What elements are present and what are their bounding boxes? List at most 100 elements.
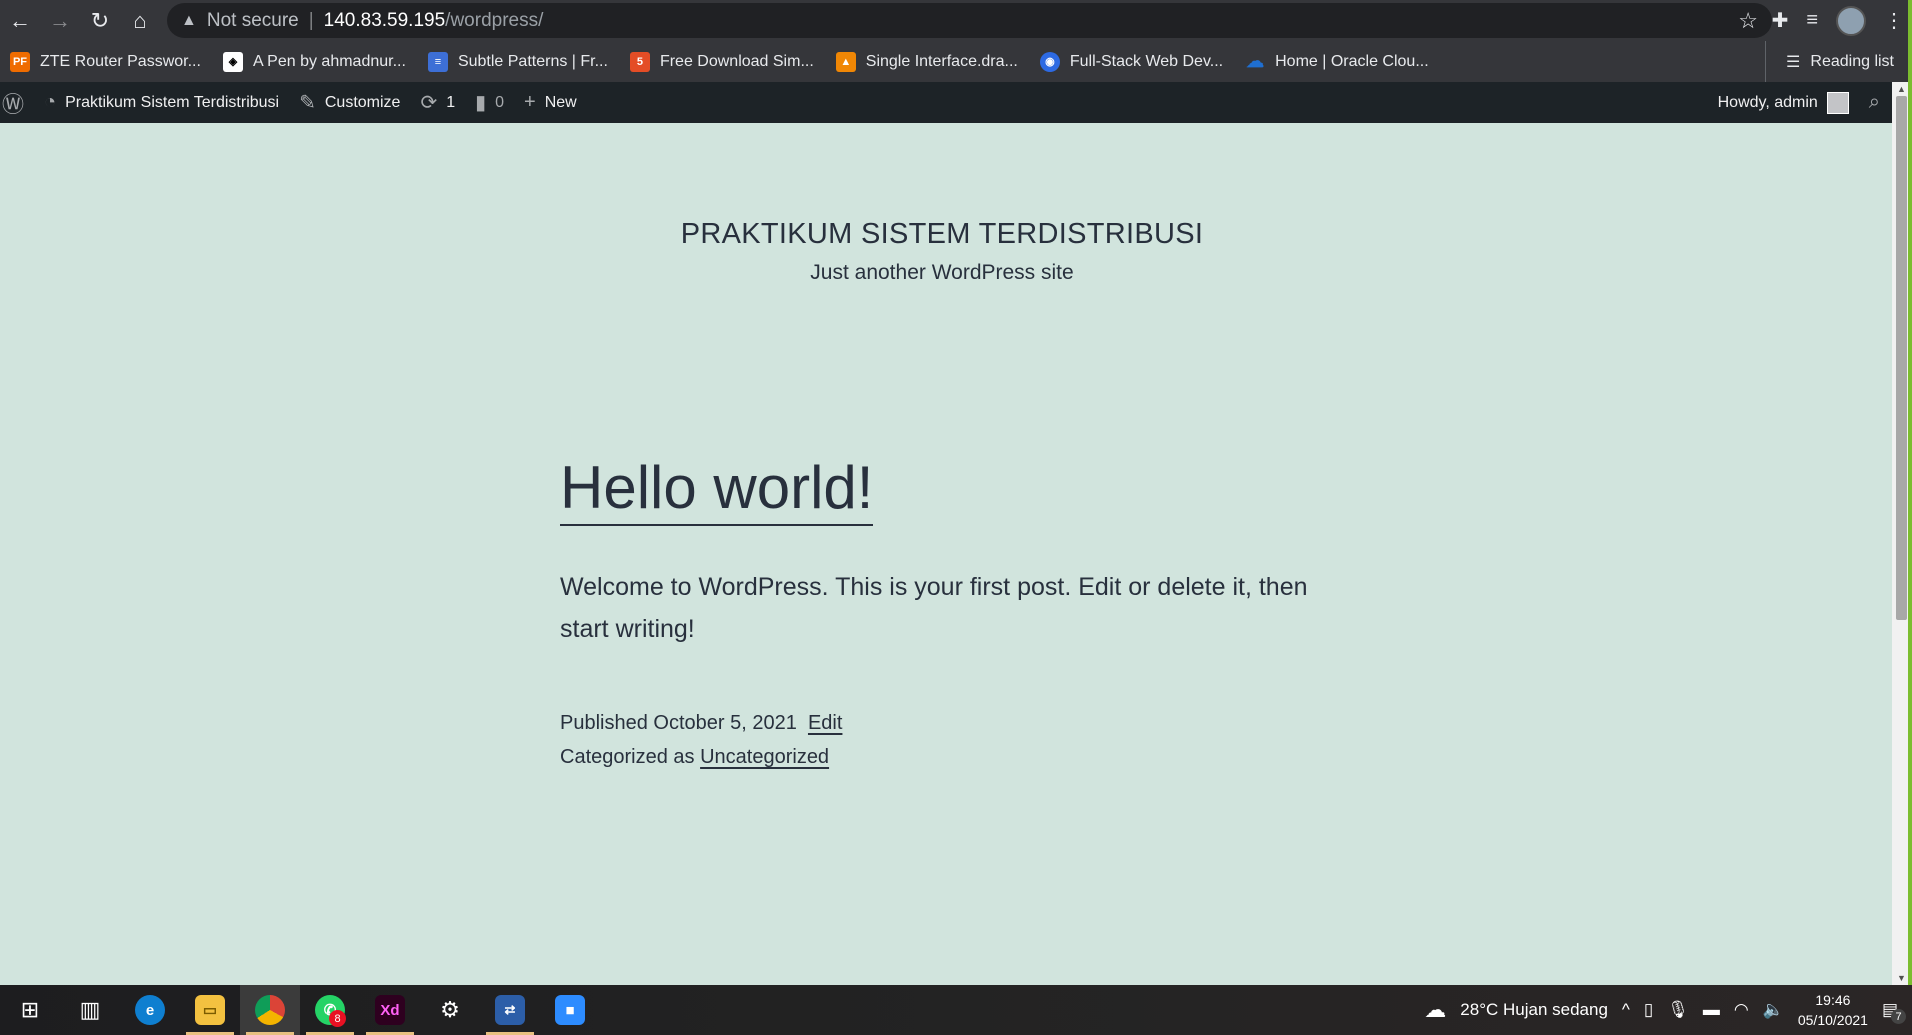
- plus-icon: +: [524, 91, 536, 113]
- notification-count: 7: [1891, 1009, 1906, 1024]
- updates-count: 1: [446, 93, 456, 111]
- bookmark-item[interactable]: PF ZTE Router Passwor...: [10, 51, 201, 72]
- profile-avatar[interactable]: [1836, 5, 1866, 36]
- bookmark-favicon-icon: ≡: [427, 51, 448, 72]
- windows-start-icon[interactable]: ⊞: [0, 985, 60, 1035]
- warning-icon[interactable]: ▲: [181, 12, 197, 30]
- bookmark-label: Single Interface.dra...: [865, 52, 1018, 70]
- edge-browser-icon[interactable]: e: [120, 985, 180, 1035]
- bookmark-label: Free Download Sim...: [659, 52, 814, 70]
- adobe-xd-icon[interactable]: Xd: [360, 985, 420, 1035]
- wordpress-logo-button[interactable]: Ⓦ: [0, 82, 34, 123]
- bookmarks-bar: PF ZTE Router Passwor... ◈ A Pen by ahma…: [0, 41, 1912, 82]
- zoom-icon[interactable]: ■: [540, 985, 600, 1035]
- clock-time: 19:46: [1815, 992, 1851, 1008]
- file-explorer-icon[interactable]: ▭: [180, 985, 240, 1035]
- bookmark-item[interactable]: ◈ A Pen by ahmadnur...: [222, 51, 406, 72]
- new-content-button[interactable]: + New: [514, 82, 587, 123]
- extensions-icon[interactable]: ✚: [1772, 8, 1789, 33]
- clock[interactable]: 19:46 05/10/2021: [1798, 990, 1868, 1030]
- weather-cloud-icon[interactable]: ☁: [1424, 997, 1446, 1023]
- battery-icon[interactable]: ▬: [1703, 1000, 1720, 1020]
- bookmark-label: ZTE Router Passwor...: [40, 52, 201, 70]
- microphone-icon[interactable]: 🎙: [1667, 1000, 1689, 1020]
- user-avatar: [1826, 91, 1849, 114]
- bookmark-label: A Pen by ahmadnur...: [252, 52, 406, 70]
- folder-chip: ▭: [195, 995, 225, 1025]
- site-title[interactable]: PRAKTIKUM SISTEM TERDISTRIBUSI: [0, 218, 1884, 251]
- wordpress-logo-icon: Ⓦ: [2, 91, 25, 117]
- back-arrow-icon[interactable]: ←: [0, 0, 40, 41]
- edge-chip: e: [135, 995, 165, 1025]
- bookmark-star-icon[interactable]: ☆: [1738, 8, 1758, 34]
- published-date: October 5, 2021: [653, 712, 797, 734]
- bookmark-item[interactable]: ≡ Subtle Patterns | Fr...: [427, 51, 608, 72]
- updates-button[interactable]: ⟳ 1: [410, 82, 465, 123]
- browser-toolbar: ← → ↻ ⌂ ▲ Not secure | 140.83.59.195/wor…: [0, 0, 1912, 41]
- home-icon[interactable]: ⌂: [120, 0, 160, 41]
- weather-text[interactable]: 28°C Hujan sedang: [1460, 1000, 1608, 1020]
- published-prefix: Published: [560, 712, 648, 734]
- network-app-icon[interactable]: ⇄: [480, 985, 540, 1035]
- bookmark-favicon-icon: 5: [629, 51, 650, 72]
- tray-chevron-up-icon[interactable]: ^: [1622, 1000, 1630, 1020]
- bookmark-item[interactable]: 5 Free Download Sim...: [629, 51, 814, 72]
- customize-button[interactable]: ✎ Customize: [289, 82, 410, 123]
- media-queue-icon[interactable]: ≡: [1806, 9, 1818, 32]
- reload-icon[interactable]: ↻: [80, 0, 120, 41]
- comments-count: 0: [495, 93, 505, 111]
- address-bar[interactable]: ▲ Not secure | 140.83.59.195/wordpress/ …: [167, 3, 1772, 38]
- comments-button[interactable]: ▮ 0: [465, 82, 514, 123]
- windows-taskbar: ⊞ ▥ e ▭ ✆ 8 Xd ⚙ ⇄ ■ ☁ 28°C Hujan sedang…: [0, 985, 1912, 1035]
- search-icon: ⌕: [1868, 91, 1880, 113]
- window-edge: [1908, 0, 1912, 1035]
- search-button[interactable]: ⌕: [1859, 82, 1892, 123]
- menu-kebab-icon[interactable]: ⋮: [1884, 8, 1904, 33]
- zoom-chip: ■: [555, 995, 585, 1025]
- bookmark-label: Subtle Patterns | Fr...: [457, 52, 608, 70]
- whatsapp-icon[interactable]: ✆ 8: [300, 985, 360, 1035]
- settings-gear-icon[interactable]: ⚙: [420, 985, 480, 1035]
- reading-list-label: Reading list: [1810, 52, 1894, 70]
- site-description: Just another WordPress site: [810, 261, 1074, 284]
- reading-list-button[interactable]: ☰ Reading list: [1765, 41, 1894, 82]
- volume-icon[interactable]: 🔈: [1763, 1000, 1784, 1020]
- notification-center-icon[interactable]: ▤ 7: [1882, 1000, 1906, 1024]
- wp-admin-bar: Ⓦ ◔ Praktikum Sistem Terdistribusi ✎ Cus…: [0, 82, 1892, 123]
- chrome-icon[interactable]: [240, 985, 300, 1035]
- url-host[interactable]: 140.83.59.195: [324, 10, 446, 32]
- chrome-chip: [255, 995, 285, 1025]
- bookmark-item[interactable]: ☁ Home | Oracle Clou...: [1245, 51, 1429, 72]
- bookmark-label: Full-Stack Web Dev...: [1069, 52, 1224, 70]
- task-view-icon[interactable]: ▥: [60, 985, 120, 1035]
- category-link[interactable]: Uncategorized: [700, 746, 829, 768]
- bookmark-favicon-icon: ◈: [222, 51, 243, 72]
- tray-device-icon[interactable]: ▯: [1644, 1000, 1653, 1020]
- bookmark-item[interactable]: ▲ Single Interface.dra...: [835, 51, 1018, 72]
- whatsapp-badge: 8: [329, 1010, 346, 1027]
- scroll-thumb[interactable]: [1896, 96, 1907, 620]
- forward-arrow-icon[interactable]: →: [40, 0, 80, 41]
- dashboard-icon: ◔: [44, 91, 57, 113]
- post-meta: Published October 5, 2021 Edit Categoriz…: [560, 706, 1340, 774]
- howdy-label: Howdy, admin: [1717, 93, 1818, 111]
- category-line: Categorized as Uncategorized: [560, 740, 1340, 774]
- scroll-down-arrow-icon[interactable]: ▼: [1897, 973, 1906, 983]
- security-label[interactable]: Not secure: [207, 10, 299, 32]
- system-tray: ☁ 28°C Hujan sedang ^ ▯ 🎙 ▬ ◠ 🔈 19:46 05…: [1424, 985, 1912, 1035]
- url-path[interactable]: /wordpress/: [445, 10, 543, 32]
- edit-link[interactable]: Edit: [808, 712, 842, 734]
- post-body: Welcome to WordPress. This is your first…: [560, 573, 1308, 643]
- adminbar-secondary: Howdy, admin ⌕: [1708, 82, 1892, 123]
- brush-icon: ✎: [299, 92, 316, 114]
- bookmark-item[interactable]: ◉ Full-Stack Web Dev...: [1039, 51, 1224, 72]
- post-title-link[interactable]: Hello world!: [560, 452, 874, 526]
- site-name-menu[interactable]: ◔ Praktikum Sistem Terdistribusi: [34, 82, 289, 123]
- my-account-menu[interactable]: Howdy, admin: [1708, 82, 1859, 123]
- published-line: Published October 5, 2021 Edit: [560, 706, 1340, 740]
- reading-list-icon: ☰: [1786, 53, 1801, 71]
- scroll-up-arrow-icon[interactable]: ▲: [1897, 84, 1906, 94]
- wifi-icon[interactable]: ◠: [1734, 1000, 1749, 1020]
- site-name-label: Praktikum Sistem Terdistribusi: [65, 93, 280, 111]
- bookmark-favicon-icon: PF: [10, 51, 30, 72]
